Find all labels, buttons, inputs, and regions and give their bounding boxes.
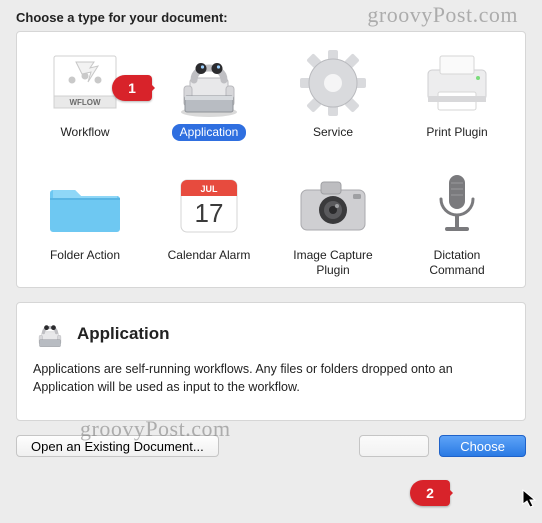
doc-type-calendar-alarm[interactable]: JUL 17 Calendar Alarm (149, 169, 269, 264)
doc-type-label: Application (172, 124, 247, 141)
doc-type-label: Dictation Command (397, 247, 517, 279)
description-body: Applications are self-running workflows.… (33, 361, 509, 396)
svg-text:JUL: JUL (200, 184, 218, 194)
printer-icon (417, 46, 497, 120)
annotation-callout-2: 2 (410, 480, 450, 506)
description-title: Application (77, 324, 170, 344)
doc-type-image-capture[interactable]: Image Capture Plugin (273, 169, 393, 279)
calendar-icon: JUL 17 (169, 169, 249, 243)
document-type-grid: WFLOW Workflow (16, 31, 526, 288)
dialog-footer: Open an Existing Document... Close Choos… (16, 435, 526, 457)
description-panel: Application Applications are self-runnin… (16, 302, 526, 421)
choose-button[interactable]: Choose (439, 435, 526, 457)
folder-icon (45, 169, 125, 243)
doc-type-label: Calendar Alarm (160, 247, 259, 264)
doc-type-label: Folder Action (42, 247, 128, 264)
doc-type-label: Print Plugin (418, 124, 495, 141)
close-button[interactable]: Close (359, 435, 429, 457)
doc-type-label: Service (305, 124, 361, 141)
automator-app-icon (169, 46, 249, 120)
gear-icon (293, 46, 373, 120)
open-existing-button[interactable]: Open an Existing Document... (16, 435, 219, 457)
prompt-label: Choose a type for your document: (16, 10, 526, 25)
doc-type-folder-action[interactable]: Folder Action (25, 169, 145, 264)
automator-app-icon (33, 317, 67, 351)
cursor-icon (522, 489, 538, 509)
doc-type-workflow[interactable]: WFLOW Workflow (25, 46, 145, 141)
doc-type-label: Workflow (52, 124, 117, 141)
microphone-icon (417, 169, 497, 243)
camera-icon (293, 169, 373, 243)
workflow-icon: WFLOW (45, 46, 125, 120)
doc-type-print-plugin[interactable]: Print Plugin (397, 46, 517, 141)
doc-type-service[interactable]: Service (273, 46, 393, 141)
svg-text:WFLOW: WFLOW (69, 98, 101, 107)
svg-text:17: 17 (195, 198, 224, 228)
doc-type-dictation[interactable]: Dictation Command (397, 169, 517, 279)
doc-type-application[interactable]: Application (149, 46, 269, 141)
doc-type-label: Image Capture Plugin (273, 247, 393, 279)
